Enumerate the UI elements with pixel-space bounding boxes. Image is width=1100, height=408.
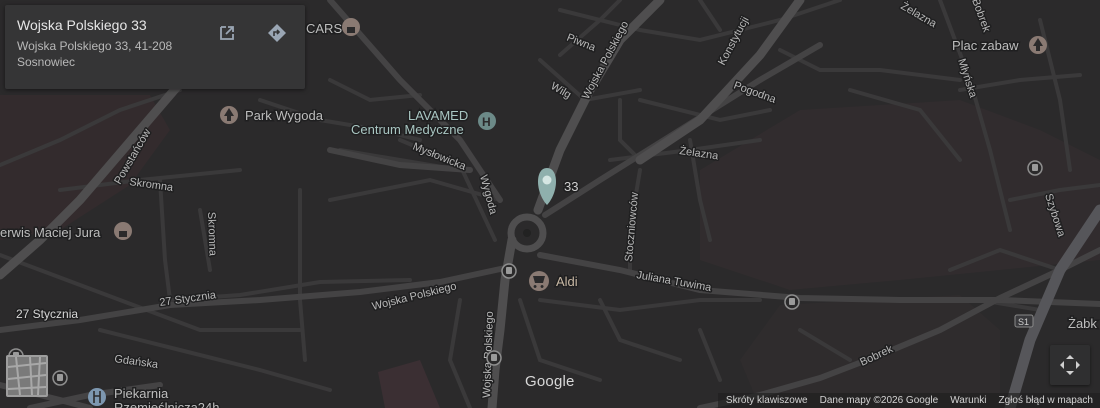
terms-link[interactable]: Warunki: [950, 395, 986, 406]
google-logo: Google: [525, 373, 575, 390]
street-label: Bobrek: [969, 0, 992, 34]
move-arrows-icon: [1060, 355, 1080, 375]
street-label: Juliana Tuwima: [635, 269, 713, 294]
report-error-link[interactable]: Zgłoś błąd w mapach: [999, 395, 1094, 406]
map-camera-control[interactable]: [1050, 345, 1090, 385]
map-data-text: Dane mapy ©2026 Google: [819, 395, 939, 406]
street-view-preview-icon: [8, 357, 46, 395]
restaurant-icon: [88, 388, 106, 406]
bus-stop-icon[interactable]: [501, 263, 517, 279]
place-info-card: Wojska Polskiego 33 Wojska Polskiego 33,…: [5, 5, 305, 89]
poi-serwis[interactable]: erwis Maciej Jura: [0, 222, 132, 242]
address-line-1: Wojska Polskiego 33, 41-208: [17, 39, 173, 53]
roundabout-center: [523, 229, 531, 237]
street-label: Gdańska: [114, 353, 160, 371]
lock-icon-body: [119, 231, 127, 237]
svg-text:S1: S1: [1018, 317, 1029, 327]
poi-park-wygoda[interactable]: Park Wygoda: [220, 106, 325, 125]
poi-label: erwis Maciej Jura: [0, 225, 101, 240]
attribution-bar: Skróty klawiszowe Dane mapy ©2026 Google…: [717, 393, 1100, 408]
poi-label: Plac zabaw: [952, 38, 1019, 53]
street-label: Skromna: [205, 212, 219, 257]
pin-dot: [542, 175, 552, 185]
street-label: Konstytucji: [716, 15, 752, 68]
directions-icon: [268, 24, 286, 42]
address-line-2: Sosnowiec: [17, 55, 76, 69]
open-external-icon: [220, 26, 234, 40]
poi-label: Aldi: [556, 274, 578, 289]
place-title: Wojska Polskiego 33: [17, 17, 147, 33]
route-shield-s1: S1: [1014, 314, 1034, 328]
bus-stop-icon[interactable]: [52, 370, 68, 386]
area-south: [378, 360, 440, 408]
poi-label: LAVAMED: [408, 108, 468, 123]
bus-stop-icon[interactable]: [784, 294, 800, 310]
poi-label: Park Wygoda: [245, 108, 324, 123]
poi-aldi[interactable]: Aldi: [529, 271, 579, 291]
bus-stop-icon[interactable]: [1027, 160, 1043, 176]
street-label: Żelazna: [899, 0, 940, 31]
poi-lavamed[interactable]: H LAVAMED Centrum Medyczne: [350, 107, 496, 139]
bus-stop-icon[interactable]: [486, 350, 502, 366]
poi-label: Piekarnia: [114, 386, 169, 401]
place-address: Wojska Polskiego 33, 41-208 Sosnowiec: [17, 38, 197, 70]
poi-cars[interactable]: CARS: [305, 18, 360, 38]
open-in-maps-button[interactable]: [211, 17, 243, 49]
pin-label: 33: [564, 179, 578, 194]
lock-icon-body: [347, 27, 355, 33]
directions-button[interactable]: [261, 17, 293, 49]
area-left: [0, 95, 170, 240]
poi-label: Rzemieślnicza24h: [114, 400, 220, 408]
hospital-icon-glyph: H: [482, 115, 491, 129]
poi-label: Centrum Medyczne: [351, 122, 464, 137]
poi-label: CARS: [306, 21, 342, 36]
keyboard-shortcuts-link[interactable]: Skróty klawiszowe: [726, 395, 808, 406]
street-label: Stoczniowców: [623, 192, 641, 263]
street-label: Wilg: [549, 80, 574, 101]
street-view-thumbnail[interactable]: [6, 355, 48, 397]
poi-plac-zabaw[interactable]: Plac zabaw: [951, 36, 1047, 55]
poi-piekarnia[interactable]: Piekarnia Rzemieślnicza24h: [88, 385, 221, 408]
road-label-27-stycznia: 27 Stycznia: [16, 307, 78, 321]
poi-label-zabka: Żabk: [1068, 316, 1097, 331]
